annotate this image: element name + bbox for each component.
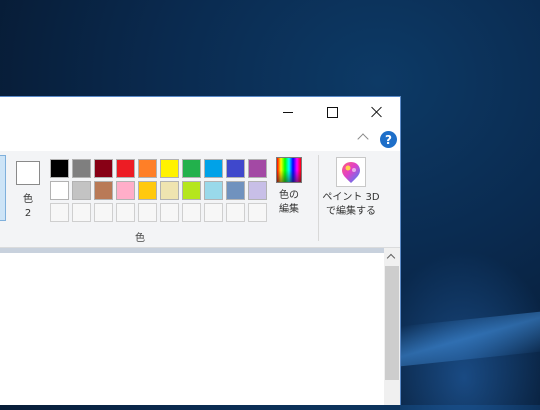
palette-swatch[interactable] [248,159,267,178]
edit-with-paint3d-button[interactable]: ペイント 3D で編集する [320,155,382,235]
palette-swatch[interactable] [204,159,223,178]
palette-custom-slot[interactable] [138,203,157,222]
palette-swatch[interactable] [50,159,69,178]
paint3d-icon-frame [336,157,366,187]
minimize-icon [282,111,293,113]
palette-swatch[interactable] [160,159,179,178]
color2-swatch[interactable] [16,161,40,185]
palette-swatch[interactable] [72,159,91,178]
wallpaper-light-beam [400,309,540,367]
palette-swatch[interactable] [182,159,201,178]
palette-swatch[interactable] [182,181,201,200]
palette-swatch[interactable] [226,181,245,200]
palette-swatch[interactable] [160,181,179,200]
paint-window: ? 色 2 色 色の 編集 ペイント 3D で編集する [0,96,401,405]
palette-custom-slot[interactable] [182,203,201,222]
palette-custom-slot[interactable] [160,203,179,222]
palette-custom-slot[interactable] [116,203,135,222]
edit-colors-button[interactable]: 色の 編集 [272,157,306,227]
vertical-scrollbar[interactable] [384,248,400,405]
ribbon-panel: 色 2 色 色の 編集 ペイント 3D で編集する [0,151,400,248]
ribbon-tab-strip [0,127,400,151]
palette-custom-slot[interactable] [72,203,91,222]
close-icon [371,106,383,118]
color1-button[interactable] [0,155,6,221]
palette-custom-slot[interactable] [94,203,113,222]
maximize-button[interactable] [310,97,355,127]
palette-swatch[interactable] [204,181,223,200]
palette-swatch[interactable] [138,159,157,178]
palette-swatch[interactable] [94,181,113,200]
minimize-button[interactable] [265,97,310,127]
palette-swatch[interactable] [226,159,245,178]
palette-swatch[interactable] [138,181,157,200]
ribbon-separator [318,155,319,241]
palette-swatch[interactable] [116,159,135,178]
palette-swatch[interactable] [50,181,69,200]
drawing-canvas[interactable] [0,248,384,405]
edit-with-paint3d-label: ペイント 3D で編集する [322,192,380,217]
palette-swatch[interactable] [72,181,91,200]
palette-swatch[interactable] [94,159,113,178]
colors-group-label: 色 [135,233,145,244]
palette-custom-slot[interactable] [50,203,69,222]
close-button[interactable] [354,97,399,127]
canvas-top-strip [0,248,384,253]
title-bar [0,97,400,127]
palette-custom-slot[interactable] [204,203,223,222]
edit-colors-label: 色の 編集 [279,190,299,215]
scroll-up-arrow-icon[interactable] [386,253,396,263]
rainbow-palette-icon [276,157,302,183]
paint3d-icon [342,162,360,183]
maximize-icon [327,106,338,118]
help-icon[interactable]: ? [380,131,397,148]
color2-label: 色 2 [23,194,33,219]
palette-custom-slot[interactable] [248,203,267,222]
palette-swatch[interactable] [116,181,135,200]
palette-custom-slot[interactable] [226,203,245,222]
palette-swatch[interactable] [248,181,267,200]
scroll-thumb[interactable] [385,266,399,380]
